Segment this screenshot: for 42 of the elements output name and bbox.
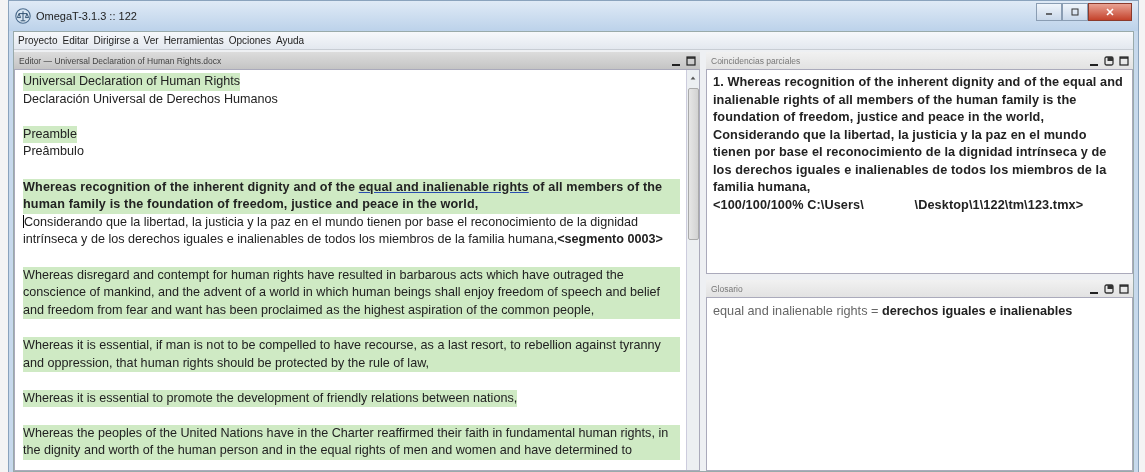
pane-title: Glosario (711, 283, 744, 294)
menu-item[interactable]: Herramientas (163, 35, 224, 46)
menu-item[interactable]: Dirigirse a (93, 35, 139, 46)
menu-item[interactable]: Proyecto (18, 35, 58, 46)
maximize-icon (1119, 55, 1129, 66)
window-title: OmegaT-3.1.3 :: 122 (36, 10, 138, 22)
match-text: 1. Whereas recognition of the inherent dignity and of the equal and inalienable rights of all members of the human family is the foundation of freedom, justice and peace in the world, Considerando que la libertad, la justicia y la paz en el mundo tienen por base el reconocimiento de la dignidad intrínseca y de los derechos iguales e inalienables de todos los miembros de la familia humana, <100/100/100% C:\Users\ \Desktop\1\122\tm\123.tmx> (712, 74, 1124, 214)
source-segment[interactable]: Whereas it is essential to promote the development of friendly relations between nations, (23, 389, 518, 408)
glossary-entry: equal and inalienable rights = derechos iguales e inalienables (712, 303, 1074, 320)
source-segment[interactable]: Whereas recognition of the inherent dignity and of the equal and inalienable rights of all members of the human family is the foundation of freedom, justice and peace in the world, (23, 178, 680, 214)
maximize-button[interactable] (1119, 55, 1129, 66)
close-icon (1105, 7, 1115, 17)
maximize-icon (686, 55, 696, 66)
menu-item[interactable]: Ver (143, 35, 159, 46)
maximize-button[interactable] (1119, 283, 1129, 294)
up-arrow-icon (689, 74, 697, 82)
target-text[interactable]: Preâmbulo (23, 143, 680, 161)
maximize-icon (1119, 283, 1129, 294)
undock-button[interactable] (1104, 283, 1114, 294)
target-text[interactable]: Declaración Universal de Derechos Humanos (23, 90, 680, 109)
minimize-icon (672, 63, 680, 66)
source-segment[interactable]: Whereas disregard and contempt for human rights have resulted in barbarous acts which have outraged the conscience of mankind, and the advent of a world in which human beings shall enjoy freedom of speech and belief and freedom from fear and want has been proclaimed as the highest aspiration of the common people, (23, 266, 680, 320)
scales-icon (15, 8, 31, 24)
pane-title: Editor — Universal Declaration of Human Rights.docx (19, 55, 223, 66)
menu-item[interactable]: Ayuda (275, 35, 305, 46)
source-segment[interactable]: Whereas it is essential, if man is not to be compelled to have recourse, as a last resort, to rebellion against tyranny and oppression, that human rights should be protected by the rule of law, (23, 336, 680, 373)
window-icon (1104, 283, 1114, 294)
maximize-icon (1070, 7, 1080, 17)
source-segment[interactable]: Preamble (23, 125, 77, 144)
pane-title: Coincidencias parciales (711, 55, 802, 66)
close-button[interactable] (1088, 3, 1132, 21)
window-icon (1104, 55, 1114, 66)
source-segment[interactable]: Whereas the peoples of the United Nations have in the Charter reaffirmed their faith in fundamental human rights, in the dignity and worth of the human person and in the equal rights of men and women and have determined to (23, 424, 680, 461)
undock-button[interactable] (1104, 55, 1114, 66)
scrollbar[interactable] (686, 70, 699, 470)
target-text[interactable]: Considerando que la libertad, la justicia y la paz en el mundo tienen por base el reconocimiento de la dignidad intrínseca y de los derechos iguales e inalienables de todos los miembros de la familia humana,<segmento 0003> (23, 213, 680, 249)
source-segment[interactable]: Universal Declaration of Human Rights (23, 73, 240, 91)
minimize-icon (1090, 63, 1098, 66)
menu-item[interactable]: Opciones (228, 35, 271, 46)
minimize-icon (1090, 291, 1098, 294)
maximize-button[interactable] (686, 55, 696, 66)
menu-item[interactable]: Editar (62, 35, 89, 46)
